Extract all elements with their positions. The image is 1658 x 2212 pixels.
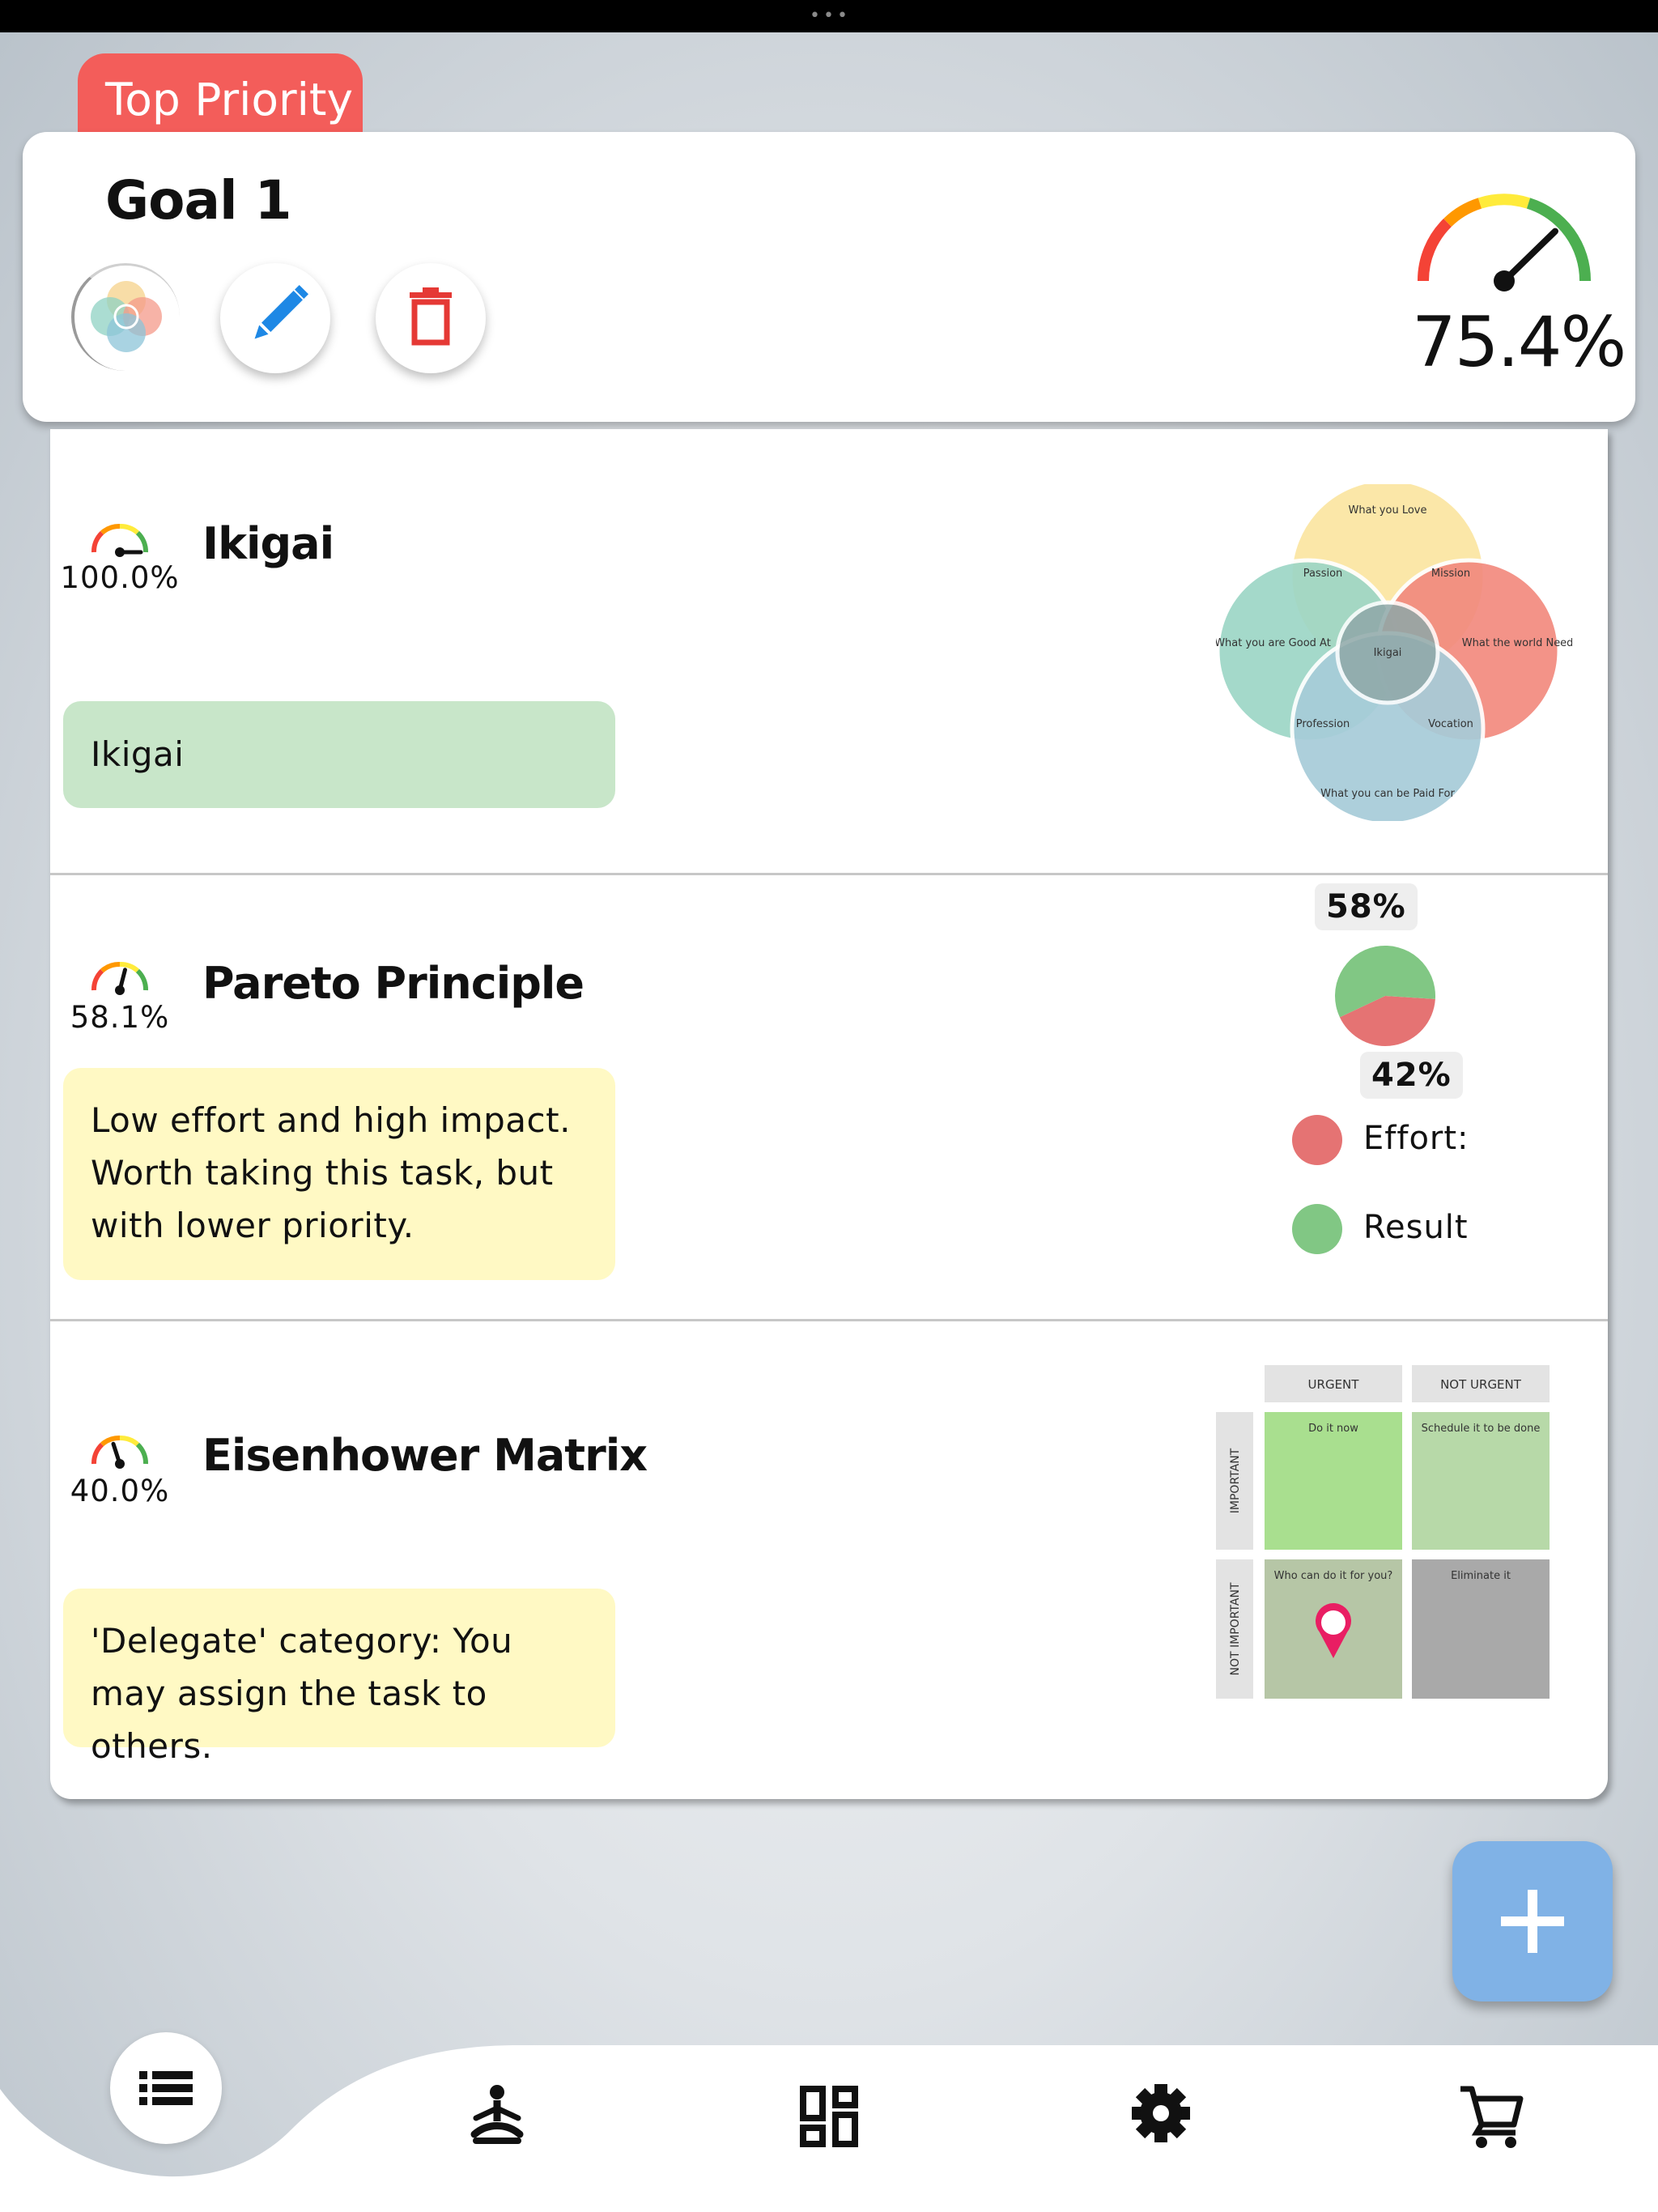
venn-passion-label: Passion (1303, 568, 1343, 580)
item-note: 'Delegate' category: You may assign the … (63, 1589, 615, 1766)
mini-gauge-icon (91, 524, 148, 557)
gear-icon (1132, 2084, 1190, 2142)
item-note: Ikigai (63, 701, 615, 808)
venn-center-label: Ikigai (1374, 647, 1402, 659)
item-title: Pareto Principle (202, 958, 585, 1009)
venn-love-label: What you Love (1349, 504, 1427, 517)
mini-gauge-icon (91, 1436, 148, 1469)
nav-item-dashboard[interactable] (789, 2076, 869, 2157)
add-button[interactable] (1452, 1841, 1613, 2001)
item-progress-label: 40.0% (70, 1474, 170, 1508)
item-note-text: 'Delegate' category: You may assign the … (91, 1621, 513, 1766)
matrix-schedule-label: Schedule it to be done (1422, 1423, 1541, 1435)
eisenhower-matrix: URGENT NOT URGENT IMPORTANT NOT IMPORTAN… (1216, 1365, 1550, 1699)
venn-good-label: What you are Good At (1216, 637, 1331, 649)
trash-icon (410, 287, 452, 346)
item-progress-label: 100.0% (60, 560, 180, 595)
item-title: Ikigai (202, 518, 334, 569)
delete-button[interactable] (376, 263, 486, 373)
matrix-col-not-urgent: NOT URGENT (1440, 1377, 1522, 1392)
matrix-row-important: IMPORTANT (1229, 1448, 1242, 1513)
matrix-do-label: Do it now (1308, 1423, 1358, 1435)
venn-paid-label: What you can be Paid For (1320, 788, 1455, 800)
matrix-delegate-label: Who can do it for you? (1274, 1570, 1393, 1582)
dashboard-icon (800, 2086, 858, 2147)
edit-button[interactable] (220, 263, 330, 373)
goal-progress-label: 75.4% (1412, 302, 1626, 383)
plus-icon (1501, 1890, 1564, 1953)
item-progress-label: 58.1% (70, 1000, 170, 1035)
cart-icon (1460, 2086, 1524, 2148)
matrix-row-not-important: NOT IMPORTANT (1229, 1582, 1242, 1675)
pareto-pie-chart (1335, 946, 1435, 1046)
list-item-pareto[interactable]: 58.1% Pareto Principle Low effort and hi… (50, 875, 1608, 1319)
ikigai-venn-diagram: What you Love What you are Good At What … (1216, 484, 1572, 821)
multitask-dots-icon[interactable]: ••• (810, 7, 851, 25)
list-item-ikigai[interactable]: 100.0% Ikigai Ikigai What you Love What … (50, 429, 1608, 873)
list-icon (139, 2071, 193, 2105)
legend-result-label: Result (1363, 1209, 1469, 1246)
matrix-col-urgent: URGENT (1308, 1377, 1360, 1392)
venn-icon (91, 281, 162, 352)
nav-item-settings[interactable] (1120, 2073, 1201, 2154)
pencil-icon (254, 284, 309, 339)
pie-label-effort: 42% (1360, 1052, 1463, 1099)
meditation-icon (470, 2085, 524, 2144)
list-item-eisenhower[interactable]: 40.0% Eisenhower Matrix 'Delegate' categ… (50, 1321, 1608, 1799)
legend-effort-label: Effort: (1363, 1120, 1469, 1157)
goal-header-card: Goal 1 75.4% (23, 132, 1635, 422)
matrix-eliminate-label: Eliminate it (1451, 1570, 1511, 1582)
item-note: Low effort and high impact. Worth taking… (63, 1068, 615, 1280)
venn-profession-label: Profession (1296, 718, 1350, 730)
venn-mission-label: Mission (1431, 568, 1470, 580)
method-selector-button[interactable] (71, 263, 181, 373)
legend-effort-dot (1292, 1115, 1342, 1165)
item-note-text: Low effort and high impact. Worth taking… (91, 1100, 571, 1245)
status-bar: ••• (0, 0, 1658, 32)
goal-title: Goal 1 (105, 169, 292, 232)
item-title: Eisenhower Matrix (202, 1430, 648, 1481)
nav-item-cart[interactable] (1449, 2073, 1530, 2154)
nav-item-meditation[interactable] (457, 2076, 538, 2157)
pie-label-result: 58% (1315, 883, 1418, 930)
goal-progress-gauge-icon (1417, 194, 1592, 291)
priority-tag: Top Priority (78, 53, 363, 143)
method-list: 100.0% Ikigai Ikigai What you Love What … (50, 429, 1608, 1799)
mini-gauge-icon (91, 962, 148, 995)
venn-needs-label: What the world Needs (1462, 637, 1572, 649)
legend-result-dot (1292, 1204, 1342, 1254)
item-note-text: Ikigai (91, 734, 185, 774)
venn-vocation-label: Vocation (1428, 718, 1473, 730)
priority-tag-label: Top Priority (105, 74, 354, 125)
nav-item-list[interactable] (110, 2032, 222, 2144)
